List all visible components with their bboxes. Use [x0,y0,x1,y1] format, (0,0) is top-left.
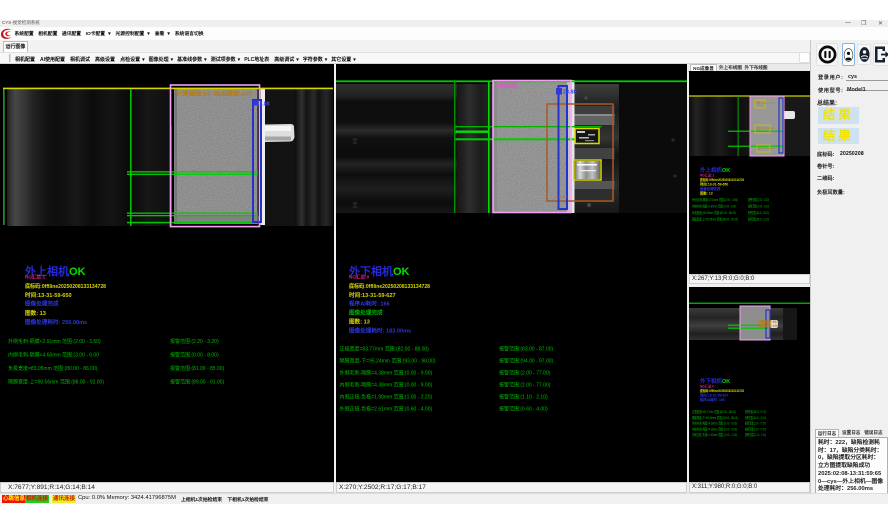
svg-text:NG汇总:1: NG汇总:1 [700,173,714,178]
svg-text:图数: 13: 图数: 13 [349,318,370,326]
svg-text:负极宽度=83.05mm 范围:(80.00 - 86.00: 负极宽度=83.05mm 范围:(80.00 - 86.00) [8,365,98,372]
svg-text:时间:13-31-59-627: 时间:13-31-59-627 [349,291,396,299]
svg-text:程序AI耗时: 166: 程序AI耗时: 166 [349,300,390,308]
svg-text:缺F:0.21 mm²: 缺F:0.21 mm² [756,100,774,105]
svg-text:外侧毛刺-隔膜<2.91mm 范围:(2.00 - 3.50: 外侧毛刺-隔膜<2.91mm 范围:(2.00 - 3.50) [692,197,738,202]
svg-text:底标码:0ffIIine20250208133134728: 底标码:0ffIIine20250208133134728 [349,282,430,290]
svg-text:报警范围:(0.60 - 4.00): 报警范围:(0.60 - 4.00) [499,406,548,413]
svg-text:报警范围:(1.10 - 2.10): 报警范围:(1.10 - 2.10) [499,394,548,401]
svg-text:图像处理完成: 图像处理完成 [349,309,383,317]
svg-text:外侧毛刺-隔膜<2.91mm 范围:(2.00 - 3.50: 外侧毛刺-隔膜<2.91mm 范围:(2.00 - 3.50) [8,338,101,345]
svg-text:报警范围:(2.00 - 77.00): 报警范围:(2.00 - 77.00) [745,426,766,431]
svg-text:图像处理完成: 图像处理完成 [25,300,59,308]
svg-text:隔膜宽度-下=95.24mm 范围:(93.00 - 98.: 隔膜宽度-下=95.24mm 范围:(93.00 - 98.00) [340,358,436,365]
svg-text:报警范围:(94.00 - 97.00): 报警范围:(94.00 - 97.00) [745,415,766,420]
svg-text:报警范围:(83.00 - 87.00): 报警范围:(83.00 - 87.00) [745,409,766,414]
svg-text:内侧毛刺-隔膜=4.38mm 范围:(0.00 - 9.00: 内侧毛刺-隔膜=4.38mm 范围:(0.00 - 9.00) [340,382,433,389]
svg-text:缺F:0.15 mm²: 缺F:0.15 mm² [756,125,774,130]
svg-text:报警范围:(81.00 - 85.00): 报警范围:(81.00 - 85.00) [170,365,225,372]
svg-text:时间:13-31-59-650: 时间:13-31-59-650 [700,182,728,187]
svg-text:底标码:0ffIIine20250208133134728: 底标码:0ffIIine20250208133134728 [699,388,744,393]
svg-text:报警范围:(94.00 - 97.00): 报警范围:(94.00 - 97.00) [499,358,554,365]
svg-text:报警范围:(2.20 - 3.20): 报警范围:(2.20 - 3.20) [170,338,219,345]
svg-text:报警范围:(2.00 - 77.00): 报警范围:(2.00 - 77.00) [745,421,766,426]
svg-text:NG汇总:0: NG汇总:0 [700,384,714,389]
svg-text:报警范围:(81.00 - 85.00): 报警范围:(81.00 - 85.00) [748,210,769,215]
svg-text:隔膜宽度-上=90.56mm 范围:(88.00 - 92.: 隔膜宽度-上=90.56mm 范围:(88.00 - 92.00) [692,217,738,222]
svg-text:隔膜宽度-上=90.56mm 范围:(88.00 - 92.: 隔膜宽度-上=90.56mm 范围:(88.00 - 92.00) [8,379,104,386]
svg-text:3.88: 3.88 [260,102,270,108]
svg-text:报警范围:(2.20 - 3.20): 报警范围:(2.20 - 3.20) [748,197,769,202]
svg-text:图像处理耗时: 256.00ms: 图像处理耗时: 256.00ms [25,318,87,326]
svg-text:程序AI耗时: 166: 程序AI耗时: 166 [700,397,725,402]
svg-text:时间:13-31-59-627: 时间:13-31-59-627 [700,393,728,398]
svg-text:隔膜宽度-下=95.24mm 范围:(93.00 - 98.: 隔膜宽度-下=95.24mm 范围:(93.00 - 98.00) [692,415,738,420]
svg-text:报警范围:(0.00 - 8.00): 报警范围:(0.00 - 8.00) [170,352,219,359]
svg-text:负极宽度=83.05mm 范围:(80.00 - 86.00: 负极宽度=83.05mm 范围:(80.00 - 86.00) [692,210,736,215]
svg-text:正极宽度=83.77mm 范围:(82.00 - 88.00: 正极宽度=83.77mm 范围:(82.00 - 88.00) [340,346,430,353]
svg-text:AI检测框: AI检测框 [496,82,518,90]
svg-text:23.88: 23.88 [563,90,577,96]
svg-text:报警范围:(89.00 - 91.00): 报警范围:(89.00 - 91.00) [170,379,225,386]
svg-text:缺F:0.11 mm²: 缺F:0.11 mm² [757,145,775,150]
svg-text:内侧毛刺-隔膜=4.38mm 范围:(0.00 - 9.00: 内侧毛刺-隔膜=4.38mm 范围:(0.00 - 9.00) [692,426,737,431]
svg-text:图像处理耗时: 183.00ms: 图像处理耗时: 183.00ms [349,327,411,335]
svg-text:内侧正极-负极=1.90mm 范围:(1.00 - 2.20: 内侧正极-负极=1.90mm 范围:(1.00 - 2.20) [340,394,433,401]
svg-text:报警范围:(83.00 - 87.00): 报警范围:(83.00 - 87.00) [499,346,554,353]
svg-text:计算阈值:93, 动态阈值:100: 计算阈值:93, 动态阈值:100 [176,90,252,98]
svg-text:底标码:0ffIIine20250208133134728: 底标码:0ffIIine20250208133134728 [25,282,106,290]
svg-text:NG汇总:1: NG汇总:1 [25,274,46,281]
svg-text:外侧毛刺-隔膜=4.38mm 范围:(0.00 - 9.00: 外侧毛刺-隔膜=4.38mm 范围:(0.00 - 9.00) [340,370,433,377]
svg-text:动态阈值:100: 动态阈值:100 [758,323,778,328]
svg-text:图数: 13: 图数: 13 [700,191,713,196]
svg-text:底标码:0ffIIine20250208133134728: 底标码:0ffIIine20250208133134728 [699,177,744,182]
svg-text:正极宽度=83.77mm 范围:(82.00 - 88.00: 正极宽度=83.77mm 范围:(82.00 - 88.00) [692,409,736,414]
svg-text:报警范围:(2.00 - 77.00): 报警范围:(2.00 - 77.00) [499,382,551,389]
svg-text:报警范围:(89.00 - 91.00): 报警范围:(89.00 - 91.00) [748,217,769,222]
svg-text:内侧毛刺-隔膜<4.60mm 范围:(3.00 - 6.00: 内侧毛刺-隔膜<4.60mm 范围:(3.00 - 6.00 [692,204,736,209]
svg-text:报警范围:(1.10 - 2.10): 报警范围:(1.10 - 2.10) [745,432,766,437]
svg-text:NG汇总:0: NG汇总:0 [349,274,370,281]
svg-text:内侧正极-负极=1.90mm 范围:(1.00 - 2.20: 内侧正极-负极=1.90mm 范围:(1.00 - 2.20) [692,432,737,437]
svg-text:报警范围:(2.00 - 77.00): 报警范围:(2.00 - 77.00) [499,370,551,377]
svg-text:外侧正极-负极=2.61mm 范围:(0.60 - 4.00: 外侧正极-负极=2.61mm 范围:(0.60 - 4.00) [340,406,433,413]
svg-text:图数: 13: 图数: 13 [25,309,46,317]
svg-text:SL91: SL91 [558,194,568,199]
svg-text:图像处理完成: 图像处理完成 [700,186,721,191]
svg-text:内侧毛刺-隔膜<4.60mm 范围:(3.00 - 6.00: 内侧毛刺-隔膜<4.60mm 范围:(3.00 - 6.00 [8,352,99,359]
svg-text:报警范围:(0.00 - 8.00): 报警范围:(0.00 - 8.00) [748,204,769,209]
svg-text:时间:13-31-59-650: 时间:13-31-59-650 [25,291,72,299]
svg-text:外侧毛刺-隔膜=4.38mm 范围:(0.00 - 9.00: 外侧毛刺-隔膜=4.38mm 范围:(0.00 - 9.00) [692,421,737,426]
